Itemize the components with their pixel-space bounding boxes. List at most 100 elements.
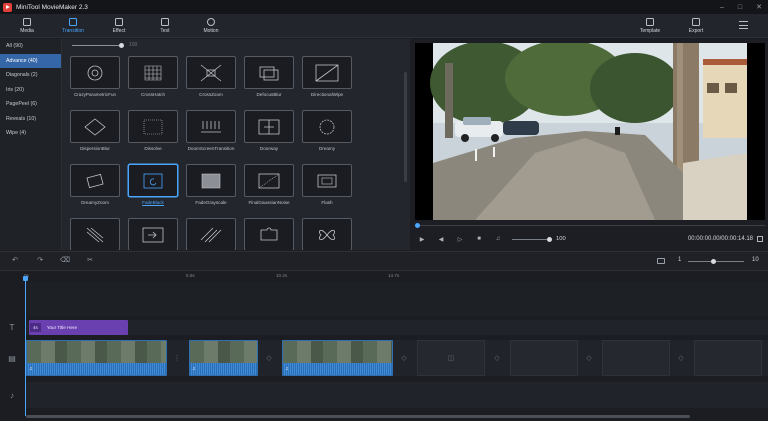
delete-icon[interactable]: ⌫ — [60, 256, 70, 266]
menu-icon[interactable] — [739, 21, 748, 29]
minimize-icon[interactable]: – — [720, 4, 724, 11]
transition-item[interactable]: DispersionBlur — [70, 110, 120, 164]
effect-label: Effect — [112, 28, 126, 34]
transition-item[interactable] — [186, 218, 236, 250]
transition-thumbnail[interactable] — [244, 218, 294, 250]
transition-slot[interactable]: ⋮ — [170, 340, 184, 376]
media-button[interactable]: Media — [5, 16, 49, 36]
empty-clip-slot[interactable] — [602, 340, 670, 376]
volume-knob[interactable] — [547, 236, 552, 242]
transition-thumbnail[interactable] — [128, 164, 178, 197]
transition-thumbnail[interactable] — [302, 218, 352, 250]
transition-item[interactable]: Dissolve — [128, 110, 178, 164]
transition-item[interactable]: CrossHatch — [128, 56, 178, 110]
category-wipe[interactable]: Wipe (4) — [0, 126, 61, 141]
transition-thumbnail[interactable] — [70, 218, 120, 250]
template-button[interactable]: Template — [628, 16, 672, 36]
empty-clip-slot[interactable] — [510, 340, 578, 376]
transition-slot[interactable]: ◇ — [582, 340, 596, 376]
transition-thumbnail[interactable] — [70, 164, 120, 197]
transition-thumbnail[interactable] — [70, 56, 120, 89]
timeline-zoom-slider[interactable] — [688, 261, 744, 262]
transition-item[interactable]: CrossZoom — [186, 56, 236, 110]
transition-item[interactable] — [244, 218, 294, 250]
transition-thumbnail[interactable] — [302, 164, 352, 197]
transition-thumbnail[interactable] — [244, 164, 294, 197]
effect-button[interactable]: Effect — [97, 16, 141, 36]
transition-thumbnail[interactable] — [186, 56, 236, 89]
transition-item[interactable]: FadeGrayscale — [186, 164, 236, 218]
stop-icon[interactable]: ■ — [472, 233, 486, 245]
transition-item[interactable]: Dreamy — [302, 110, 352, 164]
timeline-ruler[interactable]: 0s 5.5s 10.2s 14.7s — [0, 272, 768, 282]
thumbnail-size-value: 100 — [129, 42, 138, 48]
timeline-toolbar: ↶ ↷ ⌫ ✂ 1 10 — [0, 251, 768, 271]
fullscreen-icon[interactable] — [757, 236, 763, 242]
preview-progress-bar[interactable] — [415, 225, 765, 226]
transition-item[interactable]: FinalGaussianNoise — [244, 164, 294, 218]
transition-item[interactable]: DirectionalWipe — [302, 56, 352, 110]
transition-thumbnail[interactable] — [128, 110, 178, 143]
empty-clip-slot[interactable] — [694, 340, 762, 376]
previous-frame-icon[interactable]: ◀ — [434, 233, 448, 245]
timeline-playhead[interactable] — [23, 276, 28, 416]
undo-icon[interactable]: ↶ — [10, 256, 20, 266]
category-reveals[interactable]: Reveals (10) — [0, 112, 61, 127]
volume-icon[interactable]: ♫ — [491, 233, 505, 245]
video-clip[interactable]: ♫ — [189, 340, 258, 376]
transition-item[interactable] — [70, 218, 120, 250]
transition-slot[interactable]: ◇ — [490, 340, 504, 376]
thumbnail-size-knob[interactable] — [119, 43, 124, 48]
transition-thumbnail[interactable] — [302, 110, 352, 143]
title-clip[interactable]: 4s Your Title Here — [29, 320, 128, 335]
timeline-scrollbar[interactable] — [26, 415, 690, 418]
transition-item[interactable] — [128, 218, 178, 250]
transition-slot[interactable]: ◇ — [397, 340, 411, 376]
transition-item[interactable]: DreamyZoom — [70, 164, 120, 218]
motion-button[interactable]: Motion — [189, 16, 233, 36]
next-frame-icon[interactable]: ▷ — [453, 233, 467, 245]
transition-thumbnail[interactable] — [186, 164, 236, 197]
timeline-zoom-knob[interactable] — [711, 259, 716, 264]
empty-clip-slot[interactable]: ◫ — [417, 340, 485, 376]
text-button[interactable]: Text — [143, 16, 187, 36]
redo-icon[interactable]: ↷ — [35, 256, 45, 266]
category-iris[interactable]: Iris (20) — [0, 83, 61, 98]
transition-item[interactable] — [302, 218, 352, 250]
dreamy-icon — [319, 119, 335, 134]
play-icon[interactable]: ▶ — [415, 233, 429, 245]
split-icon[interactable]: ✂ — [85, 256, 95, 266]
video-clip[interactable]: ♫ — [26, 340, 167, 376]
thumbnail-size-slider[interactable] — [72, 45, 122, 46]
transition-item[interactable]: CrazyParametricFun — [70, 56, 120, 110]
category-all[interactable]: All (90) — [0, 39, 61, 54]
transition-button[interactable]: Transition — [51, 16, 95, 36]
transition-item[interactable]: Doorway — [244, 110, 294, 164]
transition-item[interactable]: Flash — [302, 164, 352, 218]
transition-thumbnail[interactable] — [186, 218, 236, 250]
video-clip[interactable]: ♫ — [282, 340, 393, 376]
transition-thumbnail[interactable] — [128, 56, 178, 89]
gallery-scrollbar[interactable] — [404, 72, 407, 182]
transition-thumbnail[interactable] — [244, 56, 294, 89]
maximize-icon[interactable]: □ — [738, 4, 742, 11]
category-diagonals[interactable]: Diagonals (2) — [0, 68, 61, 83]
transition-thumbnail[interactable] — [244, 110, 294, 143]
category-pagepeel[interactable]: PagePeel (6) — [0, 97, 61, 112]
transition-item[interactable]: DoomScreenTransition — [186, 110, 236, 164]
transition-slot[interactable]: ◇ — [674, 340, 688, 376]
transition-thumbnail[interactable] — [302, 56, 352, 89]
export-button[interactable]: Export — [674, 16, 718, 36]
close-icon[interactable]: ✕ — [756, 3, 762, 11]
fit-timeline-icon[interactable] — [657, 258, 665, 264]
transition-slot[interactable]: ◇ — [262, 340, 276, 376]
transition-thumbnail[interactable] — [128, 218, 178, 250]
category-advance[interactable]: Advance (40) — [0, 53, 61, 68]
ruler-mark: 5.5s — [186, 273, 195, 278]
transition-thumbnail[interactable] — [70, 110, 120, 143]
preview-progress-knob[interactable] — [415, 223, 420, 228]
transition-thumbnail[interactable] — [186, 110, 236, 143]
transition-item[interactable]: DefocusBlur — [244, 56, 294, 110]
transition-item[interactable]: FadeBlack — [128, 164, 178, 218]
volume-slider[interactable] — [512, 236, 552, 242]
